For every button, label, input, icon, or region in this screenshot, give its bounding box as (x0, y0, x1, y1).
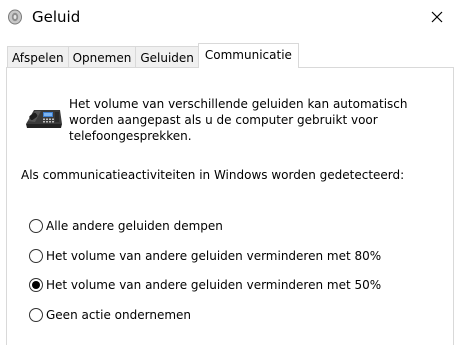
intro-text: Het volume van verschillende geluiden ka… (69, 96, 429, 144)
tab-sounds[interactable]: Geluiden (135, 46, 199, 68)
radio-button-selected[interactable] (29, 278, 43, 292)
window-title: Geluid (32, 8, 81, 26)
option-label: Geen actie ondernemen (46, 308, 192, 322)
communications-panel: Het volume van verschillende geluiden ka… (6, 67, 454, 345)
speaker-icon (7, 9, 23, 25)
tab-playback[interactable]: Afspelen (7, 46, 69, 68)
option-reduce-50[interactable]: Het volume van andere geluiden verminder… (29, 277, 381, 293)
detection-label: Als communicatieactiviteiten in Windows … (21, 168, 405, 182)
radio-button[interactable] (29, 219, 43, 233)
option-label: Het volume van andere geluiden verminder… (46, 249, 382, 263)
telephone-icon (24, 102, 64, 132)
sound-dialog: Geluid Afspelen Opnemen Geluiden Communi… (0, 0, 460, 345)
title-bar: Geluid (0, 0, 460, 34)
radio-button[interactable] (29, 308, 43, 322)
option-no-action[interactable]: Geen actie ondernemen (29, 307, 191, 323)
intro-line-2: worden aangepast als u de computer gebru… (69, 113, 378, 127)
option-label: Alle andere geluiden dempen (46, 219, 223, 233)
tab-communications[interactable]: Communicatie (197, 43, 299, 68)
option-reduce-80[interactable]: Het volume van andere geluiden verminder… (29, 248, 381, 264)
radio-button[interactable] (29, 249, 43, 263)
close-button[interactable] (414, 0, 460, 34)
intro-line-1: Het volume van verschillende geluiden ka… (69, 97, 408, 111)
option-mute-all[interactable]: Alle andere geluiden dempen (29, 218, 223, 234)
intro-line-3: telefoongesprekken. (69, 129, 192, 143)
option-label: Het volume van andere geluiden verminder… (46, 278, 382, 292)
tab-recording[interactable]: Opnemen (67, 46, 137, 68)
tab-strip: Afspelen Opnemen Geluiden Communicatie (7, 43, 299, 68)
close-icon (431, 8, 443, 27)
